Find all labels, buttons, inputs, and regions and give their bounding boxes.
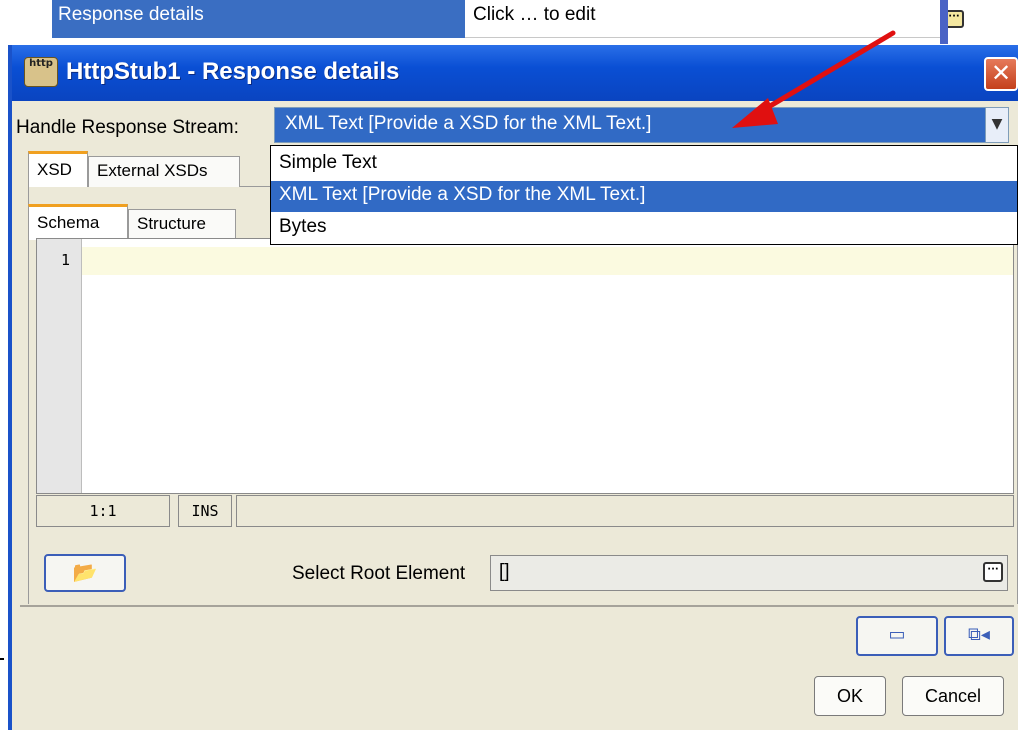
handle-stream-dropdown: Simple Text XML Text [Provide a XSD for …: [270, 145, 1018, 245]
title-bar[interactable]: http HttpStub1 - Response details ✕: [12, 45, 1018, 101]
divider: [20, 605, 1014, 607]
handle-stream-select[interactable]: XML Text [Provide a XSD for the XML Text…: [274, 107, 1009, 143]
line-number: 1: [61, 251, 71, 269]
root-element-field[interactable]: [] ···: [490, 555, 1008, 591]
tab-external-xsds[interactable]: External XSDs: [88, 156, 240, 187]
preview-button[interactable]: ▭: [856, 616, 938, 656]
dropdown-option-bytes[interactable]: Bytes: [271, 213, 1017, 244]
handle-stream-label: Handle Response Stream:: [16, 117, 239, 138]
handle-stream-value: XML Text [Provide a XSD for the XML Text…: [285, 113, 652, 134]
property-name: Response details: [52, 0, 465, 38]
window-edit-icon: ▭: [888, 624, 906, 645]
line-gutter: 1: [37, 239, 82, 493]
root-element-value: []: [499, 561, 510, 582]
ellipsis-icon[interactable]: ···: [983, 562, 1003, 582]
current-line-highlight[interactable]: [82, 247, 1013, 275]
tab-xsd[interactable]: XSD: [28, 151, 88, 187]
schema-editor[interactable]: 1: [36, 238, 1014, 494]
cursor-position: 1:1: [36, 495, 170, 527]
ok-button[interactable]: OK: [814, 676, 886, 716]
tab-structure[interactable]: Structure: [128, 209, 236, 240]
open-folder-icon: 📂: [72, 560, 98, 584]
root-element-label: Select Root Element: [292, 563, 466, 584]
dialog-title: HttpStub1 - Response details: [66, 58, 400, 85]
tab-schema[interactable]: Schema: [28, 204, 128, 240]
cancel-button[interactable]: Cancel: [902, 676, 1004, 716]
property-value[interactable]: Click … to edit: [465, 0, 942, 38]
copy-arrow-icon: ⧉◂: [968, 624, 990, 645]
close-button[interactable]: ✕: [984, 57, 1018, 91]
open-folder-button[interactable]: 📂: [44, 554, 126, 592]
swap-button[interactable]: ⧉◂: [944, 616, 1014, 656]
dropdown-option-simple-text[interactable]: Simple Text: [271, 149, 1017, 180]
http-icon: http: [24, 57, 58, 87]
dropdown-option-xml-text[interactable]: XML Text [Provide a XSD for the XML Text…: [271, 181, 1017, 212]
property-row[interactable]: Response details Click … to edit ···: [52, 0, 964, 40]
chevron-down-icon[interactable]: ▼: [985, 108, 1008, 142]
status-message: [236, 495, 1014, 527]
editor-status-bar: 1:1 INS: [36, 495, 1014, 527]
insert-mode: INS: [178, 495, 232, 527]
divider: [0, 658, 4, 660]
grid-edge: [940, 0, 948, 44]
